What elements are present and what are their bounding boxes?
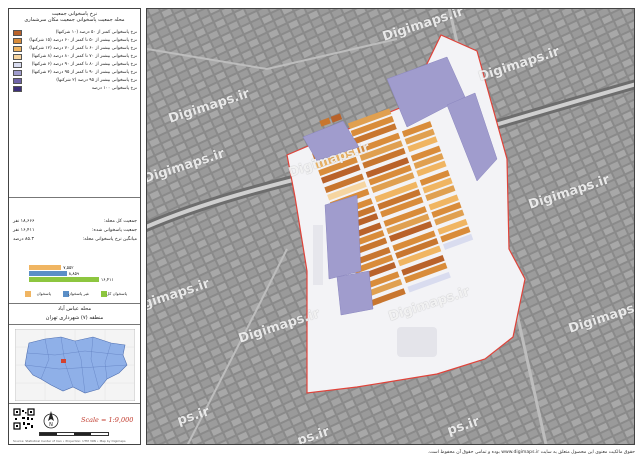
- map-canvas[interactable]: Digimaps.ir Digimaps.ir Digimaps.ir Digimap…: [146, 8, 635, 445]
- legend-swatch: [13, 46, 22, 52]
- category-label: پاسخوان: [36, 291, 51, 296]
- scale-label: Scale = 1:9,000: [81, 416, 134, 424]
- legend-label: نرخ پاسخوانی بیشتر از ۸۰ تا کمتر از ۹۰ د…: [31, 62, 137, 67]
- stat-label: جمعیت کل محله:: [103, 219, 137, 224]
- legend-item: نرخ پاسخوانی بیشتر از ۶۰ تا کمتر از ۷۰ د…: [11, 45, 139, 53]
- bar-value-label: ۷,۵۵۲: [63, 265, 74, 270]
- stat-value: ۱۶,۴۱۱ نفر: [13, 228, 35, 233]
- purple-block-south: [336, 270, 374, 316]
- chart-category: غیر پاسخوان: [63, 290, 89, 298]
- legend: نرخ پاسخوانی کمتر از ۵۰ درصد (۱۰ شرکتها)…: [11, 29, 139, 93]
- legend-swatch: [13, 54, 22, 60]
- map-sheet: نرخ پاسخوانی جمعیت محله جمعیت پاسخوانی ج…: [0, 0, 643, 461]
- svg-text:N: N: [49, 422, 53, 428]
- legend-item: نرخ پاسخوانی بیشتر از ۹۵ درصد (۲ شرکتها): [11, 77, 139, 85]
- category-swatch: [25, 291, 31, 297]
- north-arrow-icon: N: [42, 410, 60, 430]
- population-stats: جمعیت کل محله: ۱۸,۶۶۶ نفر جمعیت پاسخوانی ش…: [13, 217, 137, 244]
- legend-swatch: [13, 30, 22, 36]
- purple-block-west: [324, 194, 362, 280]
- scale-bar: [39, 432, 109, 436]
- chart-category: پاسخوان: [25, 290, 51, 298]
- legend-swatch: [13, 86, 22, 92]
- bar-value-label: ۸,۸۵۹: [68, 271, 80, 276]
- stat-row: جمعیت پاسخوانی شده: ۱۶,۴۱۱ نفر: [13, 226, 137, 235]
- map-svg: [147, 9, 634, 444]
- stat-label: میانگین نرخ پاسخوانی محله:: [82, 237, 137, 242]
- chart-category-legend: پاسخوان غیر پاسخوان پاسخوان کل: [25, 290, 137, 300]
- location-marker: [61, 359, 66, 363]
- stat-row: میانگین نرخ پاسخوانی محله: ۸۵.۳ درصد: [13, 235, 137, 244]
- copyright-footer: حقوق مالکیت معنوی این محصول متعلق به سای…: [427, 450, 635, 455]
- neighborhood-name: محله عباس آباد: [57, 306, 92, 312]
- qr-code-icon: [13, 408, 35, 430]
- legend-swatch: [13, 78, 22, 84]
- legend-label: نرخ پاسخوانی کمتر از ۵۰ درصد (۱۰ شرکتها): [55, 30, 137, 35]
- legend-item: نرخ پاسخوانی بیشتر از ۹۰ تا کمتر از ۹۵ د…: [11, 69, 139, 77]
- legend-item: نرخ پاسخوانی بیشتر از ۷۰ تا کمتر از ۸۰ د…: [11, 53, 139, 61]
- legend-label: نرخ پاسخوانی بیشتر از ۹۰ تا کمتر از ۹۵ د…: [31, 70, 137, 75]
- bar-value-label: ۱۶,۴۱۱: [101, 277, 114, 282]
- legend-item: نرخ پاسخوانی بیشتر از ۸۰ تا کمتر از ۹۰ د…: [11, 61, 139, 69]
- legend-label: نرخ پاسخوانی بیشتر از ۷۰ تا کمتر از ۸۰ د…: [31, 54, 137, 59]
- category-label: پاسخوان کل: [106, 291, 127, 296]
- legend-swatch: [13, 70, 22, 76]
- locator-inset-map: [14, 328, 136, 402]
- bar-0: [29, 265, 62, 270]
- legend-item: نرخ پاسخوانی کمتر از ۵۰ درصد (۱۰ شرکتها): [11, 29, 139, 37]
- legend-item: نرخ پاسخوانی ۱۰۰ درصد: [11, 85, 139, 93]
- stat-row: جمعیت کل محله: ۱۸,۶۶۶ نفر: [13, 217, 137, 226]
- divider: [9, 197, 140, 198]
- region-box: محله عباس آباد منطقه (۷) شهرداری تهران: [9, 303, 140, 325]
- bar-2: [29, 277, 99, 282]
- map-credits: Source: Statistical Center of Iran • Pro…: [13, 439, 126, 443]
- legend-label: نرخ پاسخوانی بیشتر از ۹۵ درصد (۲ شرکتها): [56, 78, 137, 83]
- stat-label: جمعیت پاسخوانی شده:: [92, 228, 137, 233]
- chart-category: پاسخوان کل: [101, 290, 127, 298]
- bar-1: [29, 271, 67, 276]
- stat-value: ۱۸,۶۶۶ نفر: [13, 219, 35, 224]
- legend-swatch: [13, 38, 22, 44]
- legend-label: نرخ پاسخوانی ۱۰۰ درصد: [91, 86, 137, 91]
- map-footer-block: N Scale = 1:9,000 Source: Statistical Ce…: [9, 403, 140, 444]
- category-label: غیر پاسخوان: [67, 291, 89, 296]
- legend-panel: نرخ پاسخوانی جمعیت محله جمعیت پاسخوانی ج…: [8, 8, 141, 445]
- legend-item: نرخ پاسخوانی بیشتر از ۵۰ تا کمتر از ۶۰ د…: [11, 37, 139, 45]
- legend-label: نرخ پاسخوانی بیشتر از ۶۰ تا کمتر از ۷۰ د…: [29, 46, 137, 51]
- panel-title: نرخ پاسخوانی جمعیت محله جمعیت پاسخوانی ج…: [9, 11, 140, 23]
- stat-value: ۸۵.۳ درصد: [13, 237, 34, 242]
- legend-swatch: [13, 62, 22, 68]
- panel-title-line2: محله جمعیت پاسخوانی جمعیت مکان سرشماری: [24, 17, 125, 23]
- legend-label: نرخ پاسخوانی بیشتر از ۵۰ تا کمتر از ۶۰ د…: [29, 38, 137, 43]
- district-name: منطقه (۷) شهرداری تهران: [45, 315, 104, 321]
